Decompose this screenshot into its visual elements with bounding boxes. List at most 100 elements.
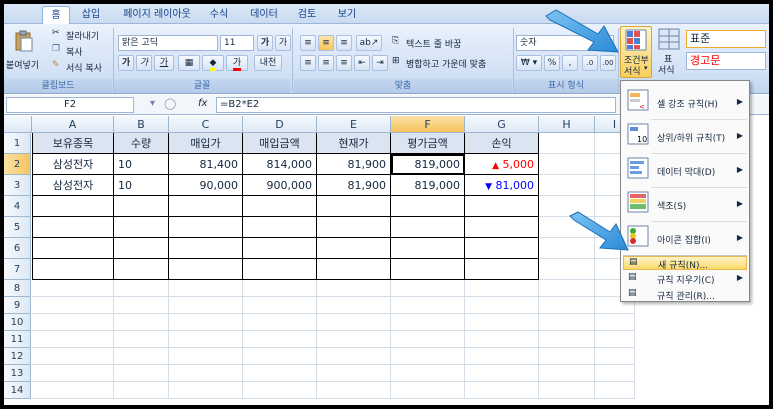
grid-cell[interactable] bbox=[114, 365, 169, 382]
grid-cell[interactable] bbox=[465, 280, 539, 297]
grid-cell[interactable] bbox=[539, 314, 595, 331]
grid-cell[interactable] bbox=[539, 133, 595, 154]
font-size-select[interactable]: 11 bbox=[220, 35, 254, 51]
row-header[interactable]: 1 bbox=[4, 133, 31, 154]
table-cell[interactable]: 814,000 bbox=[243, 154, 317, 175]
grid-cell[interactable] bbox=[243, 196, 317, 217]
grid-cell[interactable] bbox=[465, 314, 539, 331]
grid-cell[interactable] bbox=[317, 259, 391, 280]
row-header[interactable]: 10 bbox=[4, 314, 31, 331]
grid-cell[interactable] bbox=[465, 331, 539, 348]
grid-cell[interactable] bbox=[243, 217, 317, 238]
grid-cell[interactable] bbox=[243, 382, 317, 399]
grid-cell[interactable] bbox=[539, 348, 595, 365]
grid-cell[interactable] bbox=[465, 348, 539, 365]
row-header[interactable]: 11 bbox=[4, 331, 31, 348]
grid-cell[interactable] bbox=[243, 365, 317, 382]
row-header[interactable]: 6 bbox=[4, 238, 31, 259]
grid-cell[interactable] bbox=[114, 238, 169, 259]
table-cell[interactable]: 81,400 bbox=[169, 154, 243, 175]
grid-cell[interactable] bbox=[114, 348, 169, 365]
grid-cell[interactable] bbox=[243, 314, 317, 331]
align-bottom-button[interactable]: ≡ bbox=[336, 35, 352, 51]
grid-cell[interactable] bbox=[595, 314, 635, 331]
align-top-button[interactable]: ≡ bbox=[300, 35, 316, 51]
align-center-button[interactable]: ≡ bbox=[318, 55, 334, 71]
row-header[interactable]: 14 bbox=[4, 382, 31, 399]
orientation-button[interactable]: ab↗ bbox=[356, 35, 382, 51]
grid-cell[interactable] bbox=[243, 238, 317, 259]
grid-cell[interactable] bbox=[539, 365, 595, 382]
grid-cell[interactable] bbox=[317, 297, 391, 314]
grid-cell[interactable] bbox=[539, 297, 595, 314]
grid-cell[interactable] bbox=[539, 154, 595, 175]
align-left-button[interactable]: ≡ bbox=[300, 55, 316, 71]
grid-cell[interactable] bbox=[595, 382, 635, 399]
font-color-button[interactable]: 가 bbox=[226, 55, 248, 71]
increase-indent-button[interactable]: ⇥ bbox=[372, 55, 388, 71]
table-cell[interactable]: 81,900 bbox=[317, 175, 391, 196]
grid-cell[interactable] bbox=[391, 259, 465, 280]
col-header-a[interactable]: A bbox=[32, 116, 114, 133]
row-header[interactable]: 3 bbox=[4, 175, 31, 196]
grid-cell[interactable] bbox=[32, 217, 114, 238]
tab-data[interactable]: 데이터 bbox=[244, 6, 284, 24]
grid-cell[interactable] bbox=[243, 331, 317, 348]
menu-data-bars[interactable]: 데이터 막대(D) ▶ bbox=[623, 155, 747, 185]
table-cell[interactable]: 90,000 bbox=[169, 175, 243, 196]
tab-formulas[interactable]: 수식 bbox=[204, 6, 234, 24]
col-header-e[interactable]: E bbox=[317, 116, 391, 133]
grid-cell[interactable] bbox=[539, 280, 595, 297]
row-header[interactable]: 7 bbox=[4, 259, 31, 280]
grid-cell[interactable] bbox=[465, 382, 539, 399]
fx-icon[interactable]: fx bbox=[198, 98, 207, 109]
table-cell[interactable]: ▲ 5,000 bbox=[465, 154, 539, 175]
tab-insert[interactable]: 삽입 bbox=[76, 6, 106, 24]
grid-cell[interactable] bbox=[317, 196, 391, 217]
style-warning[interactable]: 경고문 bbox=[686, 52, 766, 70]
grid-cell[interactable] bbox=[32, 238, 114, 259]
grid-cell[interactable] bbox=[169, 280, 243, 297]
grid-cell[interactable] bbox=[391, 314, 465, 331]
row-header[interactable]: 2 bbox=[4, 154, 31, 175]
grid-cell[interactable] bbox=[32, 382, 114, 399]
menu-color-scales[interactable]: 색조(S) ▶ bbox=[623, 189, 747, 219]
active-cell[interactable]: 819,000 bbox=[391, 154, 465, 175]
grid-cell[interactable] bbox=[465, 365, 539, 382]
grid-cell[interactable] bbox=[114, 314, 169, 331]
conditional-format-button[interactable]: 조건부 서식 ▾ bbox=[620, 26, 652, 78]
table-header-cell[interactable]: 평가금액 bbox=[391, 133, 465, 154]
formula-input[interactable]: =B2*E2 bbox=[216, 97, 616, 113]
grid-cell[interactable] bbox=[243, 259, 317, 280]
paste-button[interactable]: 붙여넣기 bbox=[6, 28, 42, 74]
style-normal[interactable]: 표준 bbox=[686, 30, 766, 48]
grid-cell[interactable] bbox=[169, 238, 243, 259]
grid-cell[interactable] bbox=[465, 196, 539, 217]
grid-cell[interactable] bbox=[32, 280, 114, 297]
name-box[interactable]: F2 bbox=[6, 97, 134, 113]
grid-cell[interactable] bbox=[32, 348, 114, 365]
grid-cell[interactable] bbox=[317, 280, 391, 297]
menu-new-rule[interactable]: ▤ 새 규칙(N)... bbox=[623, 256, 747, 271]
decrease-indent-button[interactable]: ⇤ bbox=[354, 55, 370, 71]
grid-cell[interactable] bbox=[465, 217, 539, 238]
col-header-c[interactable]: C bbox=[169, 116, 243, 133]
row-header[interactable]: 12 bbox=[4, 348, 31, 365]
table-header-cell[interactable]: 매입가 bbox=[169, 133, 243, 154]
grid-cell[interactable] bbox=[32, 365, 114, 382]
grid-cell[interactable] bbox=[317, 331, 391, 348]
grid-cell[interactable] bbox=[114, 382, 169, 399]
grid-cell[interactable] bbox=[391, 217, 465, 238]
grid-cell[interactable] bbox=[391, 365, 465, 382]
col-header-b[interactable]: B bbox=[114, 116, 169, 133]
menu-highlight-rules[interactable]: < 셀 강조 규칙(H) ▶ bbox=[623, 87, 747, 117]
grid-cell[interactable] bbox=[169, 297, 243, 314]
name-box-dropdown-icon[interactable]: ▾ bbox=[150, 98, 155, 109]
grid-cell[interactable] bbox=[114, 259, 169, 280]
select-all-corner[interactable] bbox=[4, 116, 32, 133]
row-header[interactable]: 9 bbox=[4, 297, 31, 314]
fill-color-button[interactable]: ◆ bbox=[202, 55, 224, 71]
table-cell[interactable]: 900,000 bbox=[243, 175, 317, 196]
grid-cell[interactable] bbox=[169, 365, 243, 382]
menu-top-bottom-rules[interactable]: 10 상위/하위 규칙(T) ▶ bbox=[623, 121, 747, 151]
